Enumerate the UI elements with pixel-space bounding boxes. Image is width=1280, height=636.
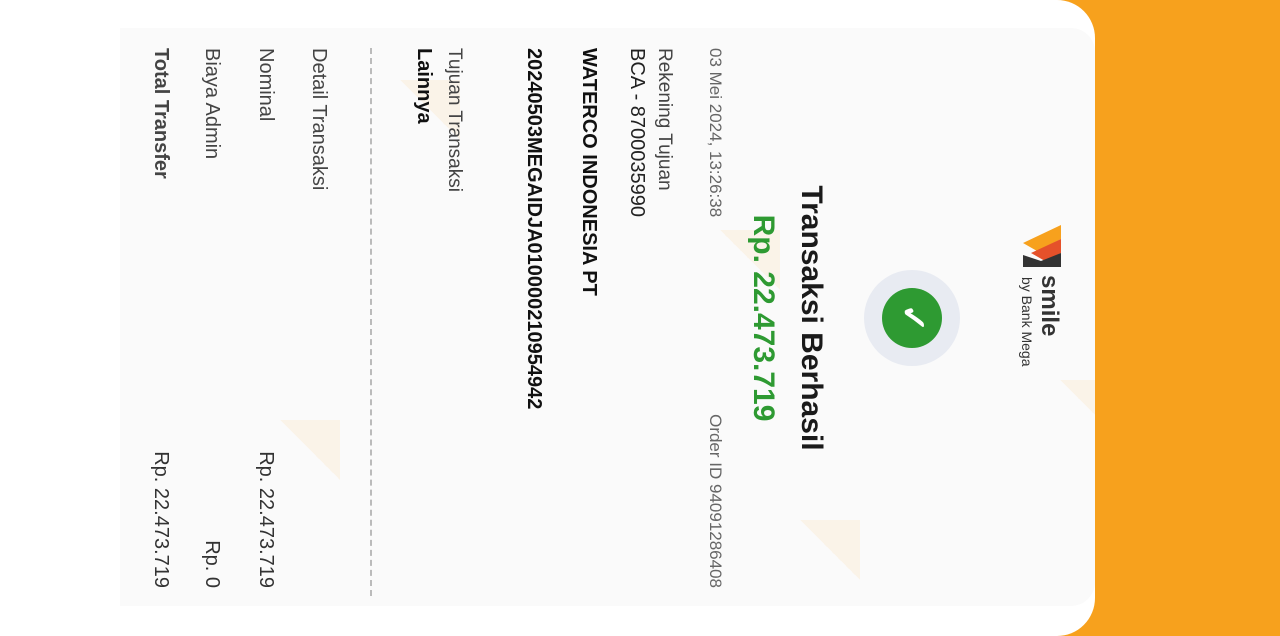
watermark-icon — [280, 420, 340, 480]
order-id: Order ID 94091286408 — [706, 414, 725, 588]
smile-logo-icon — [1023, 225, 1061, 267]
receipt-content: smile by Bank Mega ✓ Transaksi Berhasil … — [0, 0, 1280, 636]
brand-subtitle: by Bank Mega — [1019, 277, 1035, 367]
status-amount: Rp. 22.473.719 — [747, 214, 780, 422]
total-transfer-value: Rp. 22.473.719 — [150, 451, 172, 588]
status-title: Transaksi Berhasil — [795, 185, 828, 451]
nominal-value: Rp. 22.473.719 — [255, 451, 277, 588]
check-icon: ✓ — [882, 288, 942, 348]
watermark-icon — [1060, 380, 1120, 440]
recipient-label: Rekening Tujuan — [654, 48, 675, 191]
admin-fee-value: Rp. 0 — [201, 540, 223, 588]
smile-logo: smile by Bank Mega — [1015, 225, 1065, 385]
recipient-account: BCA - 8700035990 — [626, 48, 648, 218]
details-header: Detail Transaksi — [308, 48, 330, 191]
dashed-divider — [370, 48, 372, 596]
brand-name: smile — [1036, 275, 1063, 337]
purpose-label: Tujuan Transaksi — [444, 48, 465, 192]
recipient-name: WATERCO INDONESIA PT — [578, 48, 600, 296]
purpose-value: Lainnya — [413, 48, 435, 124]
transaction-reference: 20240503MEGAIDJA010000210954942 — [523, 48, 545, 410]
success-badge: ✓ — [864, 270, 960, 366]
